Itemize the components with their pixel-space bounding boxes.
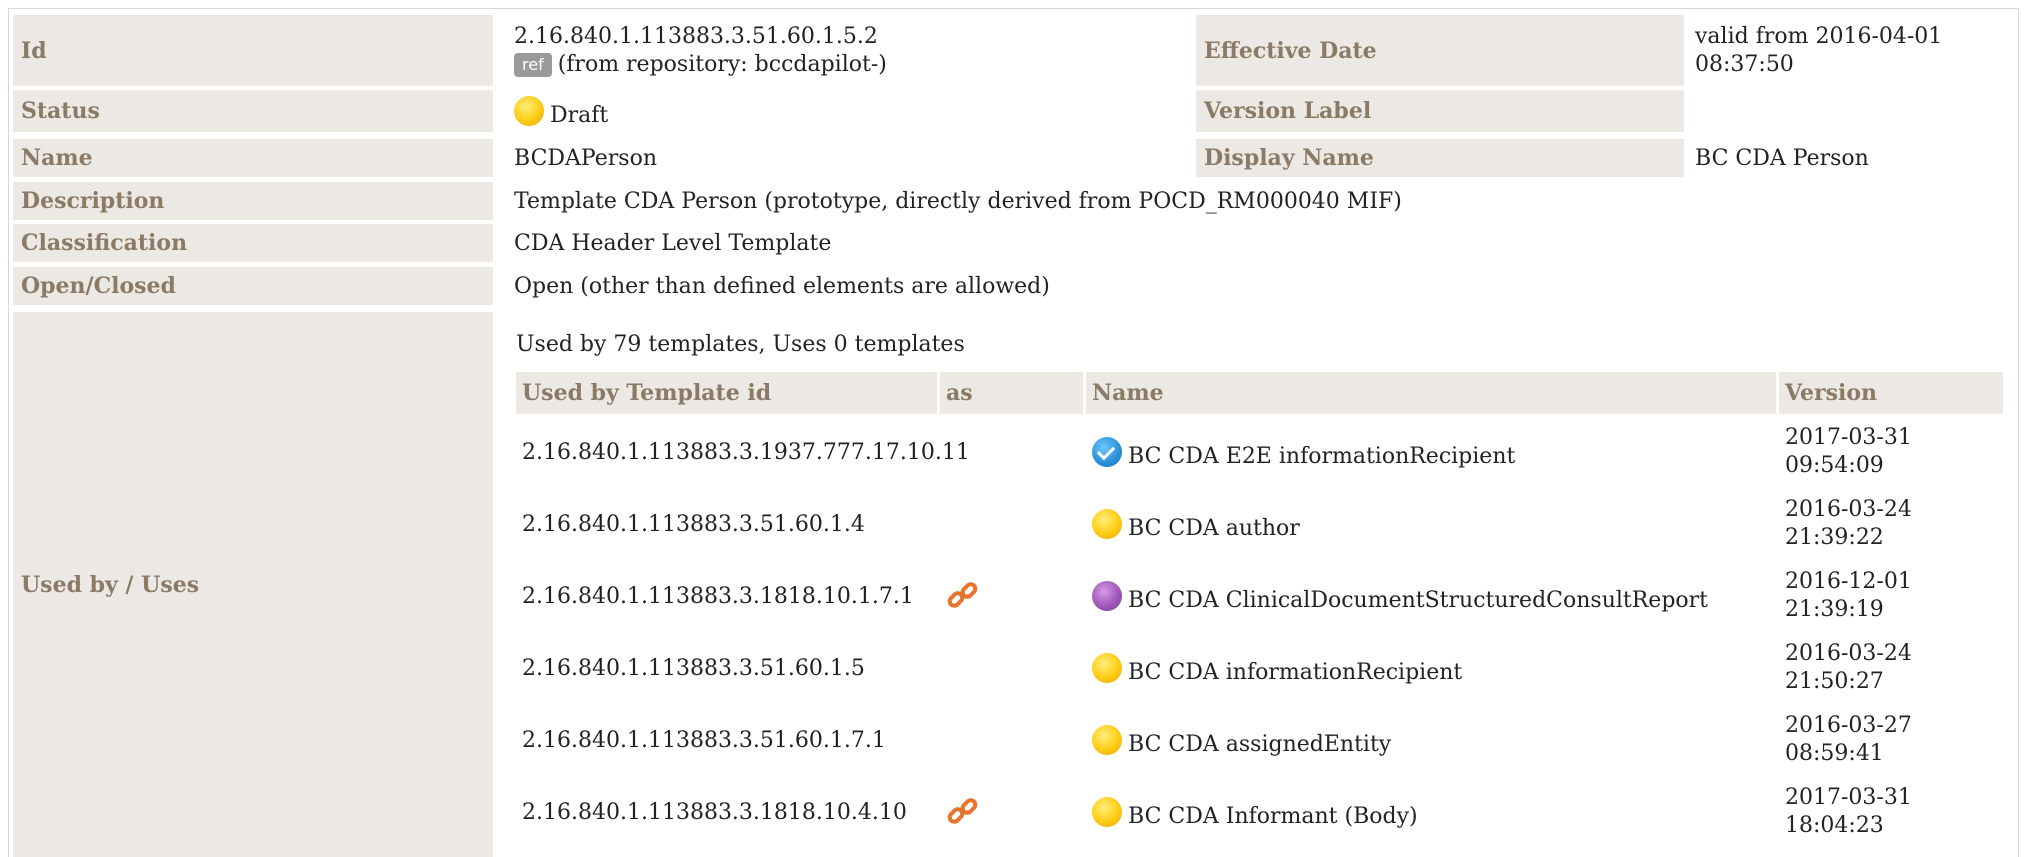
draft-yellow-icon <box>1092 509 1122 539</box>
name-label: Name <box>13 139 493 177</box>
table-row-5-version-date: 2016-03-27 <box>1785 713 1912 738</box>
table-row-2-name[interactable]: BC CDA author <box>1086 492 1776 556</box>
status-value: Draft <box>550 102 609 128</box>
table-row-1-version: 2017-03-31 09:54:09 <box>1779 420 2003 484</box>
used-by-panel: Used by 79 templates, Uses 0 templates U… <box>506 312 2016 857</box>
table-row-4-version-time: 21:50:27 <box>1785 669 1884 694</box>
table-row-1-template-id[interactable]: 2.16.840.1.113883.3.1937.777.17.10.11 <box>516 420 970 484</box>
draft-yellow-icon <box>1092 797 1122 827</box>
table-row-6-version-date: 2017-03-31 <box>1785 785 1912 810</box>
draft-yellow-icon <box>1092 725 1122 755</box>
draft-yellow-icon <box>1092 653 1122 683</box>
table-row-4-name[interactable]: BC CDA informationRecipient <box>1086 636 1776 700</box>
table-row-3-version: 2016-12-01 21:39:19 <box>1779 564 2003 628</box>
table-row-1-name[interactable]: BC CDA E2E informationRecipient <box>1086 420 1776 484</box>
id-label: Id <box>13 15 493 86</box>
template-details-table: Id 2.16.840.1.113883.3.51.60.1.5.2 ref (… <box>8 8 2019 857</box>
effective-date-line2: 08:37:50 <box>1695 52 1794 77</box>
effective-date-line1: valid from 2016-04-01 <box>1695 24 1943 49</box>
open-closed-value: Open (other than defined elements are al… <box>514 273 1050 299</box>
draft-status-icon <box>514 96 544 126</box>
table-row-3-version-time: 21:39:19 <box>1785 597 1884 622</box>
status-value-cell: Draft <box>506 90 1196 132</box>
effective-date-label: Effective Date <box>1196 15 1684 86</box>
ref-badge: ref <box>514 53 552 77</box>
id-value: 2.16.840.1.113883.3.51.60.1.5.2 <box>514 24 878 49</box>
table-row-1-name-text: BC CDA E2E informationRecipient <box>1128 443 1516 469</box>
used-by-label: Used by / Uses <box>13 312 493 857</box>
table-row-4-template-id[interactable]: 2.16.840.1.113883.3.51.60.1.5 <box>516 636 937 700</box>
used-by-summary: Used by 79 templates, Uses 0 templates <box>516 332 965 357</box>
link-icon[interactable] <box>946 795 980 829</box>
table-row-3-template-id[interactable]: 2.16.840.1.113883.3.1818.10.1.7.1 <box>516 564 937 628</box>
version-label-value <box>1687 90 2017 132</box>
name-value: BCDAPerson <box>514 145 657 171</box>
table-row-6-template-id[interactable]: 2.16.840.1.113883.3.1818.10.4.10 <box>516 780 937 844</box>
table-row-4-version: 2016-03-24 21:50:27 <box>1779 636 2003 700</box>
description-value: Template CDA Person (prototype, directly… <box>514 188 1402 214</box>
table-row-5-version: 2016-03-27 08:59:41 <box>1779 708 2003 772</box>
table-row-2-version-time: 21:39:22 <box>1785 525 1884 550</box>
purple-status-icon <box>1092 581 1122 611</box>
ref-text: (from repository: bccdapilot-) <box>557 52 887 77</box>
table-row-5-name-text: BC CDA assignedEntity <box>1128 731 1392 757</box>
table-row-2-name-text: BC CDA author <box>1128 515 1300 541</box>
table-row-2-version-date: 2016-03-24 <box>1785 497 1912 522</box>
col-header-as: as <box>940 372 1083 414</box>
table-row-3-name-text: BC CDA ClinicalDocumentStructuredConsult… <box>1128 587 1709 613</box>
table-row-5-template-id[interactable]: 2.16.840.1.113883.3.51.60.1.7.1 <box>516 708 937 772</box>
col-header-version: Version <box>1779 372 2003 414</box>
table-row-4-version-date: 2016-03-24 <box>1785 641 1912 666</box>
version-label-label: Version Label <box>1196 90 1684 132</box>
checkmark-blue-icon <box>1092 437 1122 467</box>
link-icon[interactable] <box>946 579 980 613</box>
classification-value: CDA Header Level Template <box>514 230 832 256</box>
table-row-6-name-text: BC CDA Informant (Body) <box>1128 803 1418 829</box>
table-row-3-version-date: 2016-12-01 <box>1785 569 1912 594</box>
id-value-cell: 2.16.840.1.113883.3.51.60.1.5.2 ref (fro… <box>506 15 1199 86</box>
table-row-1-version-date: 2017-03-31 <box>1785 425 1912 450</box>
table-row-1-version-time: 09:54:09 <box>1785 453 1884 478</box>
table-row-2-version: 2016-03-24 21:39:22 <box>1779 492 2003 556</box>
table-row-5-version-time: 08:59:41 <box>1785 741 1884 766</box>
effective-date-value: valid from 2016-04-01 08:37:50 <box>1687 15 2017 86</box>
table-row-3-as <box>940 564 1083 628</box>
description-label: Description <box>13 182 493 220</box>
table-row-6-version: 2017-03-31 18:04:23 <box>1779 780 2003 844</box>
classification-label: Classification <box>13 224 493 262</box>
table-row-6-as <box>940 780 1083 844</box>
display-name-label: Display Name <box>1196 139 1684 177</box>
open-closed-label: Open/Closed <box>13 267 493 305</box>
table-row-3-name[interactable]: BC CDA ClinicalDocumentStructuredConsult… <box>1086 564 1776 628</box>
display-name-value: BC CDA Person <box>1695 145 1869 171</box>
table-row-2-template-id[interactable]: 2.16.840.1.113883.3.51.60.1.4 <box>516 492 937 556</box>
table-row-5-name[interactable]: BC CDA assignedEntity <box>1086 708 1776 772</box>
col-header-name: Name <box>1086 372 1776 414</box>
ref-line: ref (from repository: bccdapilot-) <box>514 51 887 79</box>
table-row-6-version-time: 18:04:23 <box>1785 813 1884 838</box>
col-header-template-id: Used by Template id <box>516 372 937 414</box>
table-row-4-name-text: BC CDA informationRecipient <box>1128 659 1463 685</box>
status-label: Status <box>13 90 493 132</box>
table-row-6-name[interactable]: BC CDA Informant (Body) <box>1086 780 1776 844</box>
